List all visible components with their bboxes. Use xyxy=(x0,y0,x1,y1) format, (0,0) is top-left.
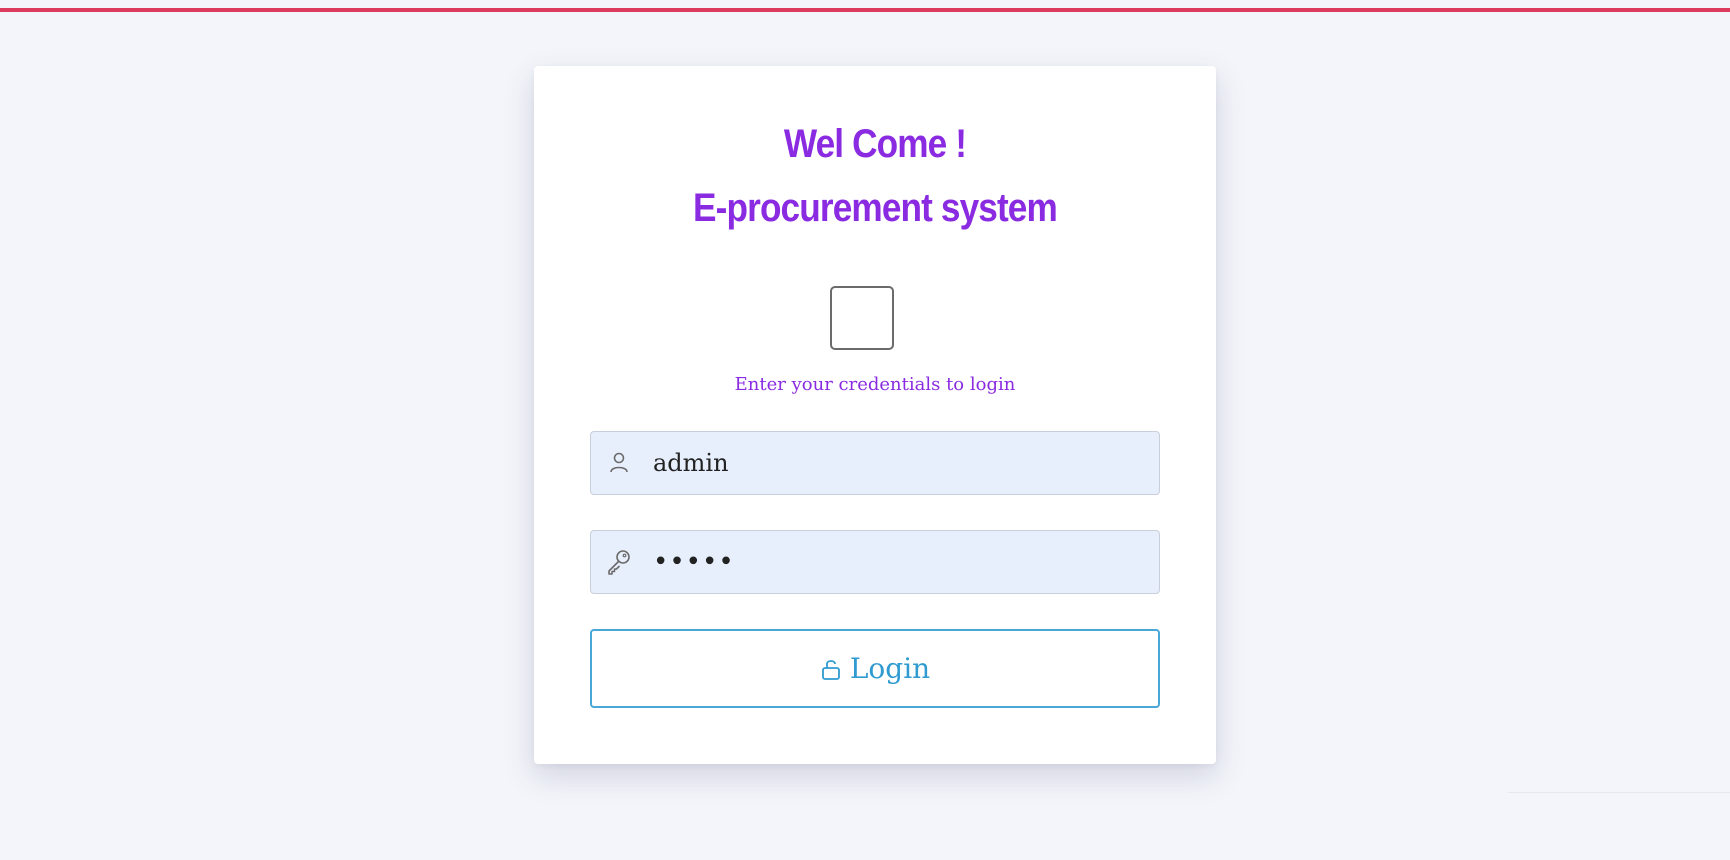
login-card: Wel Come ! E-procurement system Enter yo… xyxy=(534,66,1216,764)
logo-placeholder xyxy=(830,286,894,350)
top-accent-line xyxy=(0,8,1730,12)
login-button-label: Login xyxy=(849,652,931,685)
key-icon xyxy=(605,547,633,577)
password-group xyxy=(590,530,1160,594)
divider xyxy=(1508,792,1730,793)
user-icon xyxy=(605,448,633,478)
login-button[interactable]: Login xyxy=(590,629,1160,708)
password-input[interactable] xyxy=(653,531,1143,593)
login-instructions: Enter your credentials to login xyxy=(734,374,1016,395)
welcome-title: Wel Come ! xyxy=(783,122,967,166)
unlock-icon xyxy=(820,657,842,681)
username-group xyxy=(590,431,1160,495)
username-input[interactable] xyxy=(653,432,1143,494)
system-title: E-procurement system xyxy=(693,186,1058,230)
